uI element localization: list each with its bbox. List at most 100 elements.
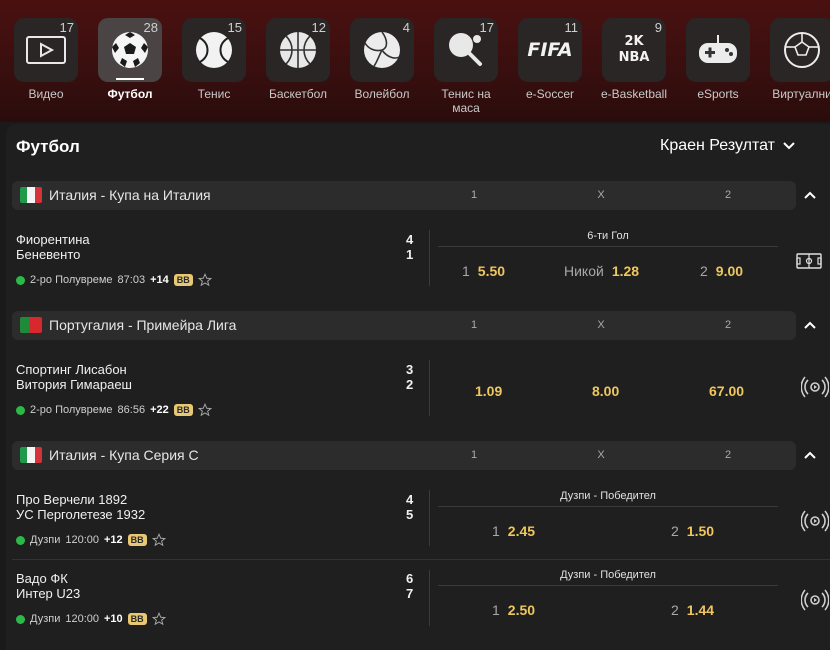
- market-dropdown[interactable]: Краен Резултат: [660, 137, 795, 155]
- event-row[interactable]: Спортинг Лисабон Витория Гимараеш 3 2 2-…: [12, 348, 830, 426]
- odd-label: 1: [462, 263, 470, 279]
- odd-value: 8.00: [592, 383, 620, 399]
- away-team: Интер U23: [16, 586, 81, 601]
- league-header[interactable]: Италия - Купа на Италия 1 X 2: [12, 181, 796, 210]
- odd-button[interactable]: Никой 1.28: [564, 263, 639, 279]
- sport-label: Виртуални: [772, 87, 830, 101]
- tennis-ball-icon: [196, 32, 232, 68]
- sport-table-tennis[interactable]: 17 Тенис на маса: [428, 18, 504, 115]
- live-dot-icon: [16, 535, 25, 545]
- odd-button[interactable]: 1 2.45: [492, 523, 535, 539]
- more-markets-link[interactable]: +22: [150, 404, 169, 416]
- column-header-x: X: [597, 449, 605, 461]
- event-meta: 2-ро Полувреме 87:03 +14 BB: [16, 273, 212, 287]
- league-name: Италия - Купа на Италия: [49, 187, 211, 203]
- live-dot-icon: [16, 275, 25, 285]
- live-stream-icon[interactable]: [800, 374, 830, 400]
- sport-label: Волейбол: [354, 87, 410, 101]
- divider: [429, 490, 430, 546]
- event-row[interactable]: Вадо ФК Интер U23 6 7 Дузпи 120:00 +10 B…: [12, 560, 830, 638]
- chevron-up-icon: [804, 451, 816, 459]
- more-markets-link[interactable]: +10: [104, 613, 123, 625]
- basketball-icon: [280, 32, 316, 68]
- odd-button[interactable]: 8.00: [592, 383, 619, 399]
- odd-button[interactable]: 67.00: [709, 383, 744, 399]
- events-panel: Футбол Краен Резултат Италия - Купа на И…: [6, 124, 830, 650]
- odd-button[interactable]: 1.09: [475, 383, 502, 399]
- sport-count: 4: [402, 20, 410, 35]
- sport-virtual[interactable]: Виртуални: [764, 18, 830, 101]
- odd-button[interactable]: 1 2.50: [492, 602, 535, 618]
- divider: [438, 246, 778, 247]
- sport-label: e-Basketball: [600, 87, 668, 101]
- event-row[interactable]: Фиорентина Беневенто 4 1 2-ро Полувреме …: [12, 218, 830, 296]
- bet-builder-badge: BB: [173, 274, 193, 286]
- sport-ebasketball[interactable]: 9 2K NBA e-Basketball: [596, 18, 672, 101]
- sport-basketball[interactable]: 12 Баскетбол: [260, 18, 336, 101]
- chevron-up-icon: [804, 191, 816, 199]
- event-time: 86:56: [117, 404, 146, 416]
- odd-label: 2: [671, 602, 679, 618]
- column-header-2: 2: [724, 189, 732, 201]
- odd-value: 1.28: [611, 263, 640, 279]
- more-markets-link[interactable]: +14: [150, 274, 169, 286]
- league-name: Италия - Купа Серия С: [49, 447, 199, 463]
- divider: [438, 506, 778, 507]
- live-dot-icon: [16, 614, 25, 624]
- away-team: Беневенто: [16, 247, 81, 262]
- league-header[interactable]: Португалия - Примейра Лига 1 X 2: [12, 311, 796, 340]
- odd-value: 2.50: [507, 602, 536, 618]
- submarket-label: Дузпи - Победител: [560, 490, 656, 502]
- event-time: 87:03: [117, 274, 146, 286]
- away-score: 7: [406, 586, 414, 601]
- submarket-label: 6-ти Гол: [587, 230, 629, 242]
- odd-value: 2.45: [507, 523, 536, 539]
- divider: [429, 570, 430, 626]
- sports-bar: 17 Видео 28 Футбол 15 Тенис 12 Баскетбол…: [0, 0, 830, 122]
- video-icon: [26, 36, 66, 64]
- odd-value: 67.00: [709, 383, 745, 399]
- odd-button[interactable]: 2 9.00: [700, 263, 743, 279]
- event-time: 120:00: [65, 534, 99, 546]
- league-header[interactable]: Италия - Купа Серия С 1 X 2: [12, 441, 796, 470]
- event-status: Дузпи: [30, 613, 61, 625]
- sport-football[interactable]: 28 Футбол: [92, 18, 168, 101]
- collapse-button[interactable]: [799, 314, 821, 336]
- panel-header: Футбол Краен Резултат: [6, 124, 830, 172]
- collapse-button[interactable]: [799, 184, 821, 206]
- event-meta: Дузпи 120:00 +10 BB: [16, 612, 166, 626]
- event-row[interactable]: Про Верчели 1892 УС Перголетезе 1932 4 5…: [12, 478, 830, 556]
- odd-button[interactable]: 2 1.50: [671, 523, 714, 539]
- sport-tennis[interactable]: 15 Тенис: [176, 18, 252, 101]
- collapse-button[interactable]: [799, 444, 821, 466]
- odd-label: 1: [492, 602, 500, 618]
- odd-label: 2: [671, 523, 679, 539]
- odd-button[interactable]: 2 1.44: [671, 602, 714, 618]
- star-icon[interactable]: [151, 533, 166, 547]
- sport-count: 11: [564, 20, 579, 35]
- column-header-x: X: [597, 189, 605, 201]
- sport-esoccer[interactable]: 11 FIFA e-Soccer: [512, 18, 588, 101]
- pitch-icon[interactable]: [794, 248, 824, 274]
- sport-volleyball[interactable]: 4 Волейбол: [344, 18, 420, 101]
- star-icon[interactable]: [197, 403, 212, 417]
- portugal-flag-icon: [20, 317, 42, 333]
- event-meta: 2-ро Полувреме 86:56 +22 BB: [16, 403, 212, 417]
- odd-label: Никой: [564, 263, 604, 279]
- virtual-ball-icon: [784, 32, 820, 68]
- sport-count: 17: [479, 20, 494, 35]
- more-markets-link[interactable]: +12: [104, 534, 123, 546]
- star-icon[interactable]: [151, 612, 166, 626]
- live-stream-icon[interactable]: [800, 508, 830, 534]
- live-stream-icon[interactable]: [800, 587, 830, 613]
- table-tennis-icon: [449, 33, 482, 66]
- sport-esports[interactable]: eSports: [680, 18, 756, 101]
- column-header-x: X: [597, 319, 605, 331]
- away-score: 2: [406, 377, 414, 392]
- sport-video[interactable]: 17 Видео: [8, 18, 84, 101]
- market-dropdown-value: Краен Резултат: [660, 137, 775, 154]
- home-team: Спортинг Лисабон: [16, 362, 127, 377]
- star-icon[interactable]: [197, 273, 212, 287]
- odd-button[interactable]: 1 5.50: [462, 263, 505, 279]
- active-indicator: [116, 78, 144, 80]
